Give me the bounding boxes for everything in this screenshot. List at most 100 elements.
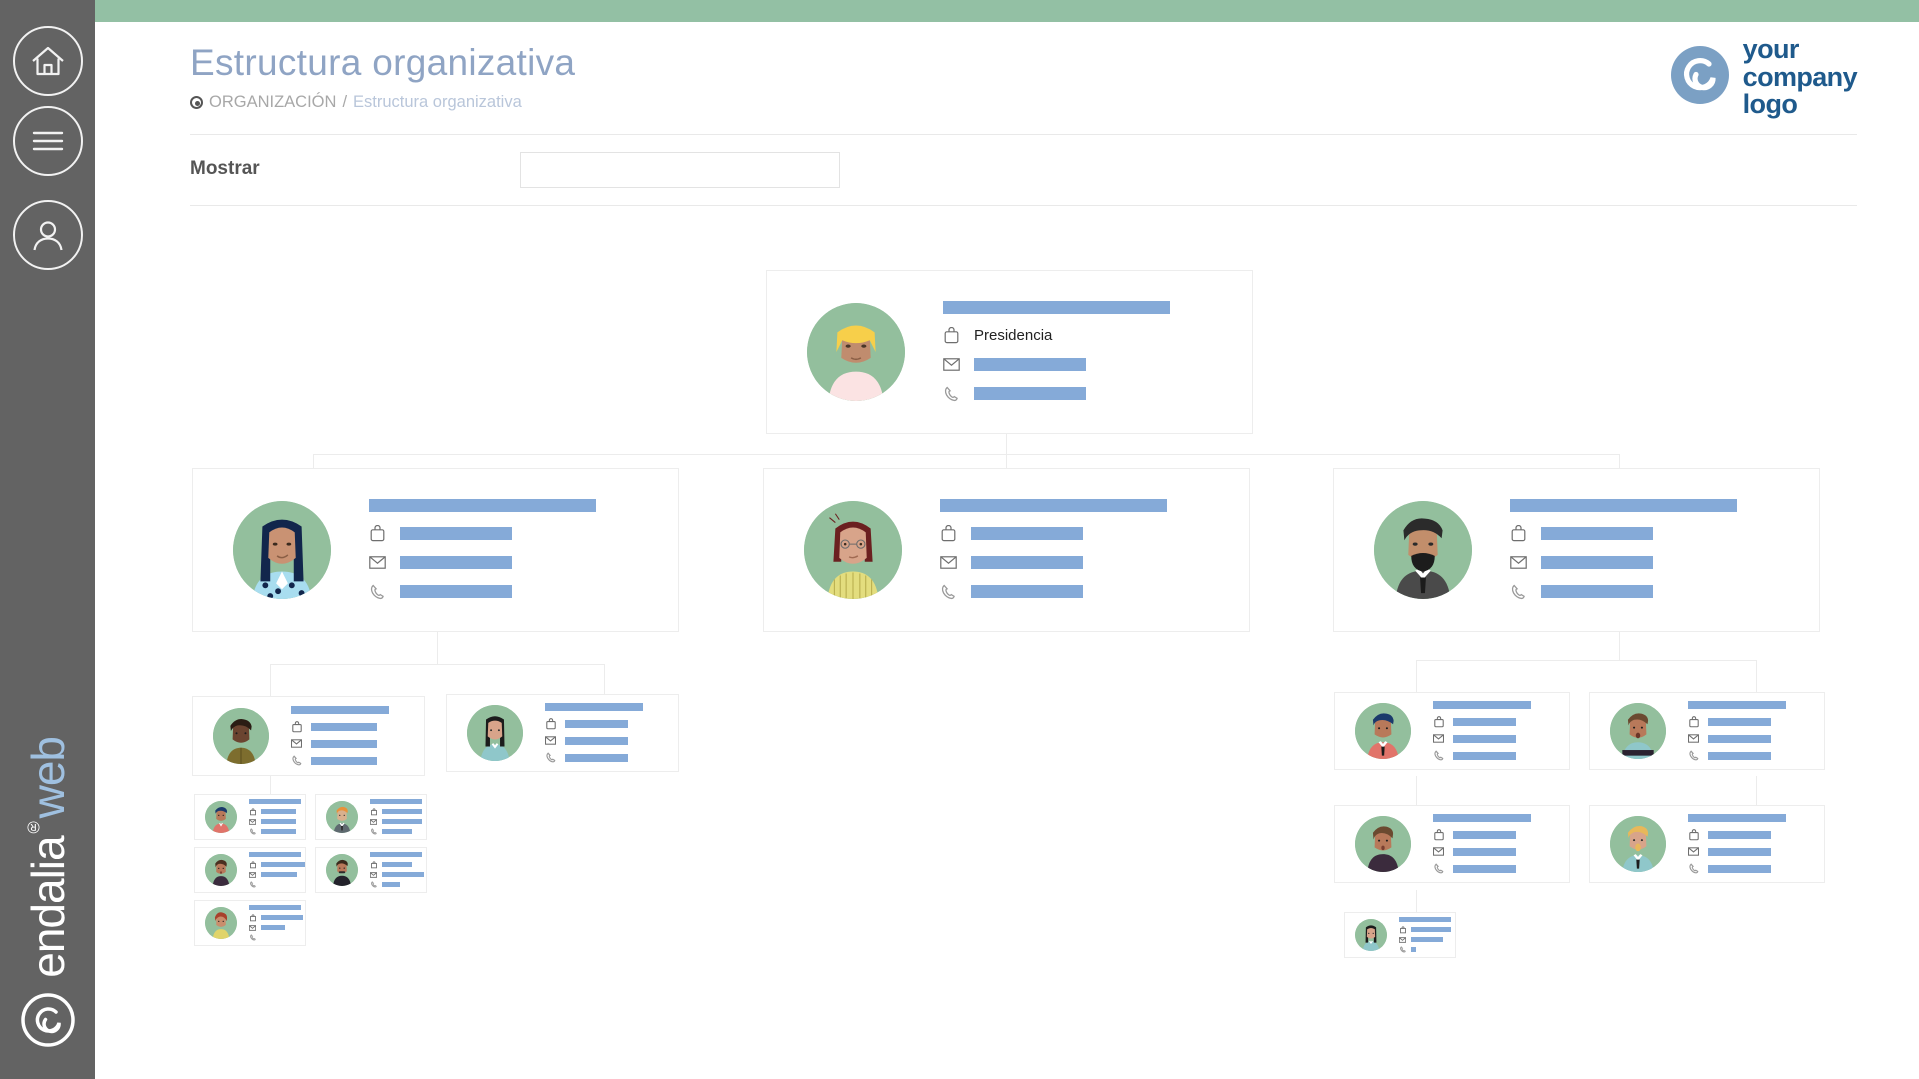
email-row	[369, 553, 596, 572]
employee-name-redacted	[1510, 499, 1737, 512]
job-title-row	[1433, 828, 1531, 841]
org-node-card[interactable]	[446, 694, 679, 772]
email-row	[1688, 846, 1786, 857]
envelope-icon	[943, 355, 960, 374]
avatar	[233, 501, 331, 599]
phone-icon	[1399, 946, 1406, 954]
phone-icon	[370, 828, 377, 836]
job-title-row	[291, 720, 389, 732]
email-row	[1399, 936, 1451, 943]
org-node-card[interactable]	[194, 900, 306, 946]
card-info	[369, 499, 596, 601]
org-node-card[interactable]	[1344, 912, 1456, 958]
briefcase-icon	[943, 326, 960, 345]
phone-row	[940, 582, 1167, 601]
job-title-redacted	[261, 862, 305, 867]
avatar	[1374, 501, 1472, 599]
email-redacted	[311, 739, 377, 748]
email-redacted	[261, 872, 297, 877]
connector	[1416, 660, 1756, 661]
email-redacted	[382, 819, 422, 824]
card-info	[1433, 701, 1531, 761]
envelope-icon	[291, 738, 302, 750]
avatar	[326, 854, 358, 886]
org-node-card[interactable]	[192, 696, 425, 776]
org-node-card[interactable]	[1334, 692, 1570, 770]
email-row	[249, 818, 301, 825]
phone-redacted	[1541, 585, 1653, 598]
employee-name-redacted	[1399, 917, 1451, 922]
email-redacted	[971, 556, 1083, 569]
card-info	[291, 706, 389, 766]
job-title-row	[545, 717, 643, 729]
employee-name-redacted	[249, 905, 301, 910]
envelope-icon	[1433, 846, 1444, 858]
briefcase-icon	[1433, 828, 1444, 841]
phone-row	[545, 752, 643, 763]
org-node-card[interactable]	[194, 794, 306, 840]
email-row	[1510, 553, 1737, 572]
employee-name-redacted	[370, 852, 422, 857]
envelope-icon	[1688, 846, 1699, 858]
org-node-card[interactable]	[1333, 468, 1820, 632]
card-info	[249, 905, 303, 941]
job-title-row	[249, 913, 303, 921]
phone-icon	[291, 755, 302, 767]
job-title-redacted	[382, 862, 412, 867]
phone-row	[1399, 946, 1451, 953]
job-title-redacted	[400, 527, 512, 540]
email-redacted	[400, 556, 512, 569]
envelope-icon	[1688, 733, 1699, 745]
org-node-card[interactable]	[315, 847, 427, 893]
phone-row	[249, 934, 303, 941]
job-title-redacted	[1453, 830, 1516, 839]
org-node-card[interactable]	[1589, 692, 1825, 770]
phone-icon	[1510, 582, 1527, 601]
org-node-card[interactable]	[763, 468, 1250, 632]
job-title-row: Presidencia	[943, 326, 1170, 345]
phone-row	[370, 828, 422, 835]
employee-name-redacted	[1688, 701, 1786, 709]
phone-icon	[249, 934, 256, 942]
phone-icon	[545, 752, 556, 764]
email-redacted	[1411, 937, 1443, 942]
org-node-card[interactable]	[1589, 805, 1825, 883]
job-title-redacted	[971, 527, 1083, 540]
org-node-card[interactable]: Presidencia	[766, 270, 1253, 434]
email-row	[291, 738, 389, 749]
phone-icon	[1433, 750, 1444, 762]
email-redacted	[565, 736, 628, 745]
job-title-redacted	[311, 722, 377, 731]
phone-icon	[1688, 863, 1699, 875]
connector	[1619, 454, 1620, 468]
org-node-card[interactable]	[192, 468, 679, 632]
org-node-card[interactable]	[1334, 805, 1570, 883]
email-redacted	[261, 819, 296, 824]
phone-redacted	[382, 882, 400, 887]
org-node-card[interactable]	[315, 794, 427, 840]
phone-row	[1433, 863, 1531, 874]
job-title-redacted	[1708, 717, 1771, 726]
job-title-row	[370, 860, 424, 868]
phone-redacted	[311, 756, 377, 765]
briefcase-icon	[249, 807, 256, 816]
card-info	[249, 799, 301, 835]
connector	[270, 664, 604, 665]
connector	[1619, 632, 1620, 660]
avatar	[1355, 919, 1387, 951]
page-root: endalia®web Estructura organizativa ORGA…	[0, 0, 1919, 1079]
phone-row	[1688, 750, 1786, 761]
connector	[1416, 660, 1417, 692]
employee-name-redacted	[940, 499, 1167, 512]
org-node-card[interactable]	[194, 847, 306, 893]
card-info	[1688, 701, 1786, 761]
job-title: Presidencia	[974, 327, 1053, 344]
envelope-icon	[249, 818, 256, 826]
job-title-row	[940, 524, 1167, 543]
email-redacted	[1453, 847, 1516, 856]
avatar	[1610, 703, 1666, 759]
job-title-redacted	[261, 915, 303, 920]
avatar	[1355, 816, 1411, 872]
phone-row	[370, 881, 424, 888]
employee-name-redacted	[369, 499, 596, 512]
